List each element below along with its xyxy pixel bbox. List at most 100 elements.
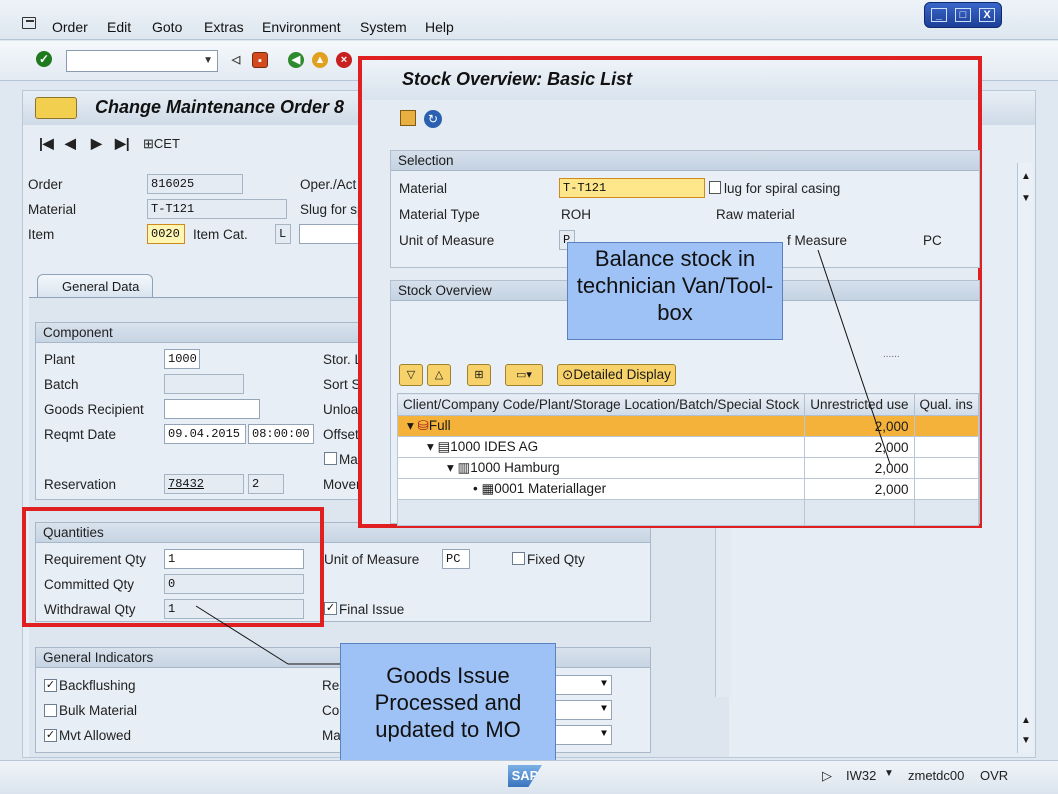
close-button[interactable]: X <box>979 8 995 22</box>
minimize-button[interactable]: _ <box>931 8 947 22</box>
column-header[interactable]: Client/Company Code/Plant/Storage Locati… <box>396 393 806 416</box>
stor-loc-label: Stor. L <box>323 352 363 367</box>
scroll-down-icon[interactable]: ▼ <box>1021 193 1031 204</box>
plant-field[interactable]: 1000 <box>164 349 200 369</box>
plant-icon: ▥ <box>457 460 471 475</box>
menu-order[interactable]: Order <box>52 19 88 35</box>
order-icon[interactable] <box>35 97 77 119</box>
batch-field[interactable] <box>164 374 244 394</box>
detailed-display-button[interactable]: ⊙Detailed Display <box>557 364 676 386</box>
material-field: T-T121 <box>147 199 287 219</box>
chevron-down-icon[interactable]: ▼ <box>601 701 607 719</box>
previous-icon[interactable]: ◀ <box>65 135 76 152</box>
column-header[interactable]: Unrestricted use <box>804 393 915 416</box>
copy-icon[interactable] <box>709 181 721 194</box>
chevron-down-icon[interactable]: ▼ <box>884 768 894 779</box>
hierarchy-icon[interactable] <box>400 110 416 126</box>
collapse-node-icon[interactable]: ▾ <box>407 418 418 433</box>
node-label: 0001 Materiallager <box>494 481 607 496</box>
material-field[interactable]: T-T121 <box>559 178 705 198</box>
transaction-code[interactable]: IW32 <box>846 768 876 783</box>
menu-system[interactable]: System <box>360 19 407 35</box>
enter-icon[interactable]: ✓ <box>36 51 52 67</box>
print-icon[interactable]: ▭▾ <box>505 364 543 386</box>
final-issue-checkbox[interactable]: ✓ <box>324 602 337 615</box>
menu-goto[interactable]: Goto <box>152 19 182 35</box>
plant-label: Plant <box>44 352 75 367</box>
menu-icon[interactable] <box>22 17 36 29</box>
reservation-field[interactable]: 78432 <box>164 474 244 494</box>
qual-insp-value <box>913 457 979 479</box>
table-row[interactable]: ▾ ▥1000 Hamburg 2,000 <box>396 457 979 479</box>
back-arrow-icon[interactable]: ◁ <box>228 52 244 68</box>
save-icon[interactable]: ▪ <box>252 52 268 68</box>
scroll-down-icon[interactable]: ▼ <box>1021 735 1031 746</box>
goods-recipient-field[interactable] <box>164 399 260 419</box>
mvt-allowed-checkbox[interactable]: ✓ <box>44 729 57 742</box>
table-row[interactable]: ▾ ⛁Full 2,000 <box>396 415 979 437</box>
empty-cell <box>804 499 915 526</box>
collapse-icon[interactable]: △ <box>427 364 451 386</box>
collapse-node-icon[interactable]: ▾ <box>427 439 438 454</box>
chevron-down-icon[interactable]: ▼ <box>203 55 213 66</box>
fixed-qty-checkbox[interactable] <box>512 552 525 565</box>
tree-node[interactable]: ▾ ▤1000 IDES AG <box>396 436 806 458</box>
unloading-label: Unloa <box>323 402 359 417</box>
last-icon[interactable]: ▶| <box>115 135 130 152</box>
window-controls: _ □ X <box>924 2 1002 28</box>
find-icon[interactable]: ⊞ <box>467 364 491 386</box>
popup-title-bar: Stock Overview: Basic List <box>362 60 978 100</box>
tree-node[interactable]: ▾ ⛁Full <box>396 415 806 437</box>
balance-stock-callout: Balance stock in technician Van/Tool-box <box>567 242 783 340</box>
cost-label: Co <box>322 703 340 718</box>
menu-help[interactable]: Help <box>425 19 454 35</box>
unit-of-measure-label: Unit of Measure <box>399 233 495 248</box>
play-icon[interactable]: ▷ <box>822 768 832 784</box>
qual-insp-value <box>913 415 979 437</box>
final-issue-label: Final Issue <box>339 602 405 617</box>
chevron-down-icon[interactable]: ▼ <box>601 726 607 744</box>
menu-extras[interactable]: Extras <box>204 19 244 35</box>
tab-general-data[interactable]: General Data <box>37 274 153 298</box>
table-row[interactable]: • ▦0001 Materiallager 2,000 <box>396 478 979 500</box>
chevron-down-icon[interactable]: ▼ <box>601 676 607 694</box>
cancel-icon[interactable]: × <box>336 52 352 68</box>
unit-of-measure-label: Unit of Measure <box>324 552 420 567</box>
menu-environment[interactable]: Environment <box>262 19 341 35</box>
collapse-node-icon[interactable]: ▾ <box>447 460 458 475</box>
back-icon[interactable]: ◀ <box>288 52 304 68</box>
unrestricted-value: 2,000 <box>804 436 915 458</box>
order-field: 816025 <box>147 174 243 194</box>
backflushing-checkbox[interactable]: ✓ <box>44 679 57 692</box>
command-field[interactable]: ▼ <box>66 50 218 72</box>
qual-insp-value <box>913 478 979 500</box>
expand-icon[interactable]: ▽ <box>399 364 423 386</box>
manual-checkbox[interactable] <box>324 452 337 465</box>
maximize-button[interactable]: □ <box>955 8 971 22</box>
unit-of-measure-field[interactable]: PC <box>442 549 470 569</box>
node-label: 1000 IDES AG <box>450 439 539 454</box>
scroll-up-icon[interactable]: ▲ <box>1021 171 1031 182</box>
menu-edit[interactable]: Edit <box>107 19 131 35</box>
column-header[interactable]: Qual. ins <box>913 393 979 416</box>
insert-mode[interactable]: OVR <box>980 768 1008 783</box>
next-icon[interactable]: ▶ <box>91 135 102 152</box>
mvt-allowed-label: Mvt Allowed <box>59 728 132 743</box>
page-scrollbar[interactable]: ▲ ▼ ▲ ▼ <box>1017 163 1033 753</box>
exit-icon[interactable]: ▲ <box>312 52 328 68</box>
reqmt-time-field[interactable]: 08:00:00 <box>248 424 314 444</box>
reqmt-date-field[interactable]: 09.04.2015 <box>164 424 246 444</box>
tree-node[interactable]: ▾ ▥1000 Hamburg <box>396 457 806 479</box>
refresh-icon[interactable]: ↻ <box>424 110 442 128</box>
material-type-description: Raw material <box>716 207 795 222</box>
slug-text: Slug for sp <box>300 202 365 217</box>
bulk-material-checkbox[interactable] <box>44 704 57 717</box>
tree-node[interactable]: • ▦0001 Materiallager <box>396 478 806 500</box>
cet-button[interactable]: ⊞CET <box>143 136 180 152</box>
splitter-handle[interactable]: ...... <box>883 349 900 360</box>
table-row[interactable]: ▾ ▤1000 IDES AG 2,000 <box>396 436 979 458</box>
scroll-up-icon[interactable]: ▲ <box>1021 715 1031 726</box>
unrestricted-value: 2,000 <box>804 457 915 479</box>
first-icon[interactable]: |◀ <box>39 135 54 152</box>
item-field[interactable]: 0020 <box>147 224 185 244</box>
